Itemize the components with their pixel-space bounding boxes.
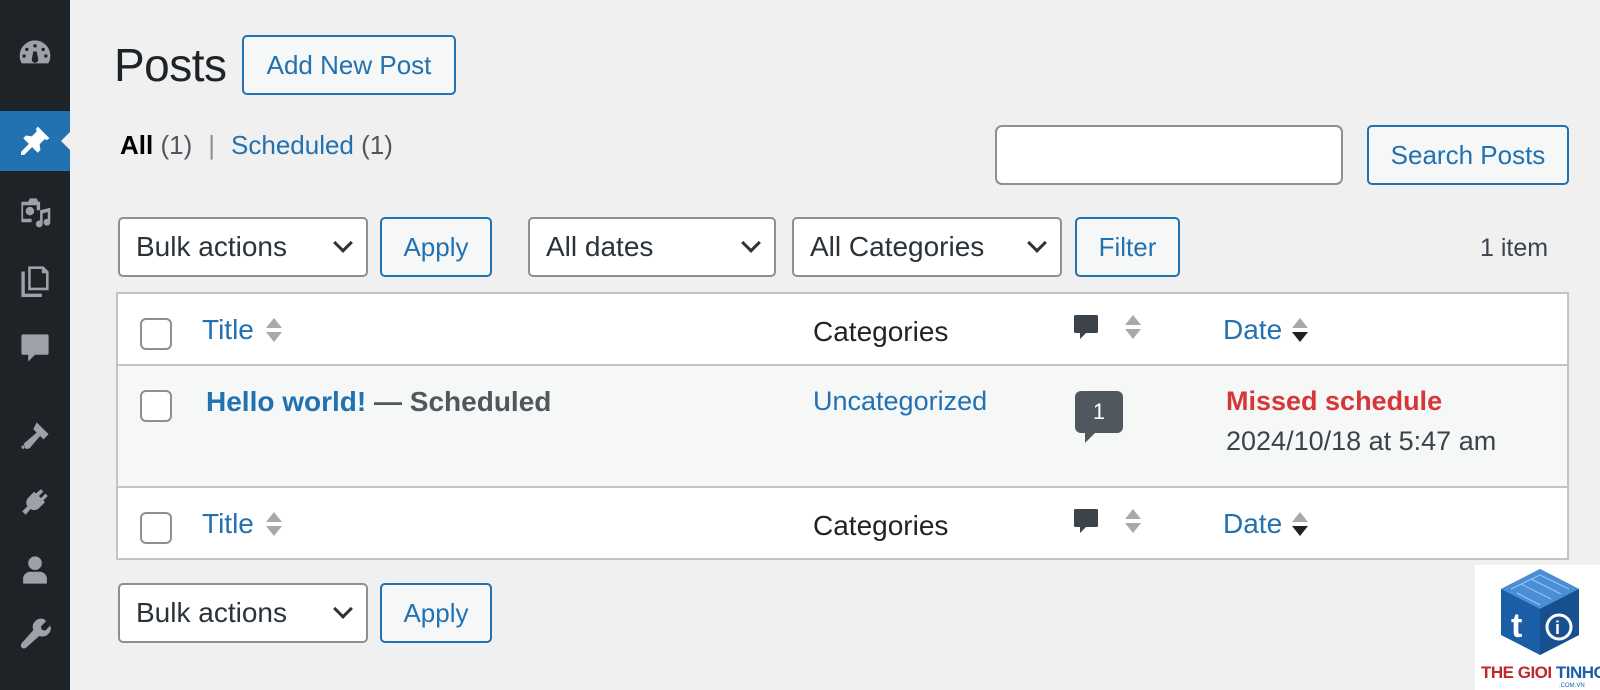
date-value: 2024/10/18 at 5:47 am [1226,426,1497,456]
dashboard-icon [19,40,51,64]
select-all-checkbox-footer[interactable] [140,512,172,544]
column-title-label: Title [202,508,254,539]
date-filter-select[interactable]: All dates [528,217,776,277]
column-comments-sort[interactable] [1071,312,1141,342]
add-new-post-button[interactable]: Add New Post [242,35,456,95]
search-posts-input[interactable] [995,125,1343,185]
sidebar-item-tools[interactable] [0,604,70,664]
chevron-down-icon [333,233,353,253]
table-row: Hello world! — Scheduled Uncategorized 1… [118,366,1567,488]
item-count: 1 item [1480,234,1549,262]
category-filter-select[interactable]: All Categories [792,217,1062,277]
users-icon [23,556,47,584]
view-all-count: (1) [160,130,193,160]
post-title-link[interactable]: Hello world! [206,386,366,417]
post-state: — Scheduled [366,386,552,417]
sort-arrows-icon [265,318,282,342]
view-separator: | [208,130,216,160]
comments-icon [21,334,49,362]
watermark-brand: THE GIOI TINHOC [1481,663,1600,683]
post-status-views: All (1) | Scheduled (1) [120,130,393,161]
apply-button-top[interactable]: Apply [380,217,492,277]
pushpin-icon [21,126,50,155]
page-title: Posts [114,39,227,91]
column-categories-label: Categories [813,316,949,347]
media-icon [21,198,51,228]
column-date-sort[interactable]: Date [1223,314,1309,346]
cube-logo-icon: t i [1501,569,1579,655]
filter-button[interactable]: Filter [1075,217,1180,277]
bulk-actions-select-bottom[interactable]: Bulk actions [118,583,368,643]
comment-bubble-icon [1074,315,1098,339]
chevron-down-icon [333,599,353,619]
column-title-sort[interactable]: Title [202,508,282,540]
column-categories-label: Categories [813,510,949,541]
column-date-label: Date [1223,508,1283,539]
view-all[interactable]: All (1) [120,130,192,161]
svg-text:t: t [1511,607,1522,645]
column-title-label: Title [202,314,254,345]
view-scheduled[interactable]: Scheduled (1) [231,130,393,161]
post-title-cell: Hello world! — Scheduled [206,386,551,418]
posts-table: Title Categories Date Hello world! — Sch… [116,292,1569,560]
tools-wrench-icon [20,618,51,649]
apply-button-bottom[interactable]: Apply [380,583,492,643]
post-category-link[interactable]: Uncategorized [813,386,987,417]
bulk-actions-value: Bulk actions [136,597,287,628]
watermark-brand-red: THE GIOI [1481,663,1556,682]
bulk-actions-value: Bulk actions [136,231,287,262]
bulk-actions-select-top[interactable]: Bulk actions [118,217,368,277]
pages-icon [21,266,49,297]
select-all-checkbox[interactable] [140,318,172,350]
sidebar-item-comments[interactable] [0,318,70,378]
column-date-sort[interactable]: Date [1223,508,1309,540]
row-checkbox[interactable] [140,390,172,422]
plugins-icon [22,489,48,515]
chevron-down-icon [741,233,761,253]
watermark-brand-blue: TINHOC [1555,663,1600,682]
chevron-down-icon [1027,233,1047,253]
table-footer-row: Title Categories Date [118,488,1567,560]
sidebar-item-appearance[interactable] [0,406,70,466]
view-scheduled-label: Scheduled [231,130,354,160]
svg-text:i: i [1555,618,1560,638]
view-all-label: All [120,130,154,160]
sort-arrows-icon [265,512,282,536]
sort-arrows-icon [1125,509,1141,533]
search-posts-button[interactable]: Search Posts [1367,125,1569,185]
column-comments-sort[interactable] [1071,506,1141,536]
date-filter-value: All dates [546,231,654,262]
sort-arrows-icon [1292,512,1309,536]
sort-arrows-icon [1125,315,1141,339]
sidebar-item-media[interactable] [0,182,70,242]
comment-bubble-icon [1074,509,1098,533]
column-title-sort[interactable]: Title [202,314,282,346]
category-filter-value: All Categories [810,231,985,262]
sidebar-item-users[interactable] [0,540,70,600]
column-date-label: Date [1223,314,1283,345]
appearance-brush-icon [21,422,49,449]
admin-sidebar [0,0,70,690]
sidebar-item-plugins[interactable] [0,472,70,532]
sidebar-item-pages[interactable] [0,250,70,310]
table-header-row: Title Categories Date [118,294,1567,366]
comment-count-badge[interactable]: 1 [1075,391,1123,443]
watermark-logo: t i THE GIOI TINHOC .COM.VN [1475,565,1600,690]
sidebar-item-posts[interactable] [0,111,70,171]
watermark-domain: .COM.VN [1559,683,1585,689]
sort-arrows-icon [1292,318,1309,342]
date-status: Missed schedule [1226,386,1443,416]
sidebar-item-dashboard[interactable] [0,24,70,84]
view-scheduled-count: (1) [361,130,393,160]
